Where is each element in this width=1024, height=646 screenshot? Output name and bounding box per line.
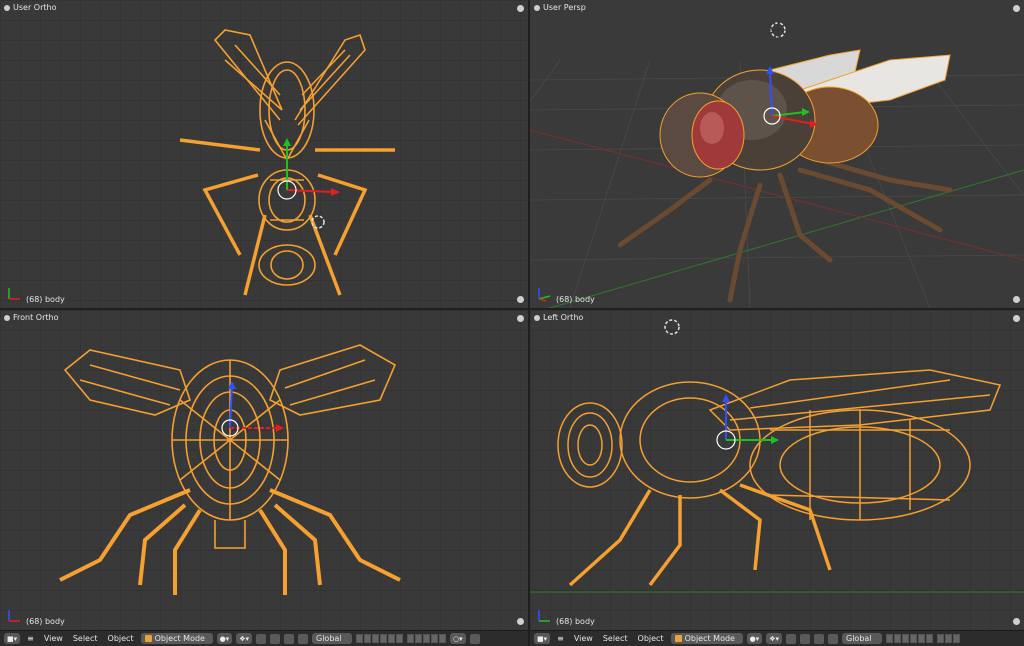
axis-indicator-icon	[8, 288, 20, 300]
split-handle-icon[interactable]	[1013, 315, 1020, 322]
split-handle-icon[interactable]	[1013, 5, 1020, 12]
viewport-header-left: ■▾ ≡ View Select Object Object Mode ●▾ ❖…	[0, 630, 528, 646]
translate-icon[interactable]	[800, 633, 810, 644]
menu-view[interactable]: View	[571, 634, 596, 643]
split-handle-icon[interactable]	[517, 296, 524, 303]
viewport-title: Left Ortho	[534, 313, 583, 322]
rotate-icon[interactable]	[284, 633, 294, 644]
layers-grid[interactable]	[886, 634, 933, 643]
proportional-edit-button[interactable]: ○▾	[450, 633, 466, 644]
split-handle-icon[interactable]	[517, 315, 524, 322]
object-mode-icon	[674, 635, 682, 642]
layers-grid-2[interactable]	[937, 634, 960, 643]
axis-indicator-icon	[538, 610, 550, 622]
split-handle-icon[interactable]	[1013, 296, 1020, 303]
viewport-menu-icon[interactable]	[4, 314, 10, 321]
menu-select[interactable]: Select	[70, 634, 101, 643]
layers-grid-2[interactable]	[407, 634, 446, 643]
orientation-dropdown[interactable]: Global	[842, 633, 882, 644]
menu-collapse-icon[interactable]: ≡	[554, 634, 567, 643]
menu-view[interactable]: View	[41, 634, 66, 643]
viewport-menu-icon[interactable]	[4, 4, 10, 11]
viewport-title: User Ortho	[4, 3, 56, 12]
object-info-label: (68) body	[26, 295, 65, 304]
viewport-title-label: User Persp	[543, 3, 586, 12]
object-info-label: (68) body	[26, 617, 65, 626]
mode-label: Object Mode	[684, 634, 735, 643]
menu-select[interactable]: Select	[600, 634, 631, 643]
editor-type-button[interactable]: ■▾	[4, 633, 21, 644]
viewport-title-label: User Ortho	[13, 3, 57, 12]
fly-front-wireframe	[59, 344, 401, 595]
axis-indicator-icon	[8, 610, 20, 622]
viewport-title-label: Front Ortho	[13, 313, 59, 322]
menu-object[interactable]: Object	[635, 634, 667, 643]
snap-icon[interactable]	[469, 633, 480, 644]
pivot-button[interactable]: ❖▾	[236, 633, 252, 644]
object-mode-icon	[144, 635, 152, 642]
viewport-header-right: ■▾ ≡ View Select Object Object Mode ●▾ ❖…	[530, 630, 1024, 646]
translate-icon[interactable]	[270, 633, 280, 644]
viewport-title: Front Ortho	[4, 313, 58, 322]
viewport-front-ortho[interactable]: Front Ortho (68) body	[0, 310, 528, 630]
viewport-menu-icon[interactable]	[534, 4, 540, 11]
object-info-label: (68) body	[556, 617, 595, 626]
split-handle-icon[interactable]	[517, 618, 524, 625]
viewport-user-persp[interactable]: User Persp (68) body	[530, 0, 1024, 308]
axis-indicator-icon	[538, 288, 551, 302]
manipulator-icon[interactable]	[256, 633, 266, 644]
viewport-title-label: Left Ortho	[543, 313, 584, 322]
fly-side-wireframe	[530, 319, 1024, 593]
scale-icon[interactable]	[828, 633, 838, 644]
pivot-button[interactable]: ❖▾	[766, 633, 782, 644]
viewport-left-ortho[interactable]: Left Ortho (68) body	[530, 310, 1024, 630]
menu-collapse-icon[interactable]: ≡	[24, 634, 37, 643]
viewport-menu-icon[interactable]	[534, 314, 540, 321]
viewport-title: User Persp	[534, 3, 586, 12]
fly-perspective-render	[530, 20, 1024, 308]
mode-dropdown[interactable]: Object Mode	[140, 633, 213, 644]
menu-object[interactable]: Object	[105, 634, 137, 643]
object-info-label: (68) body	[556, 295, 595, 304]
split-handle-icon[interactable]	[1013, 618, 1020, 625]
viewport-user-ortho[interactable]: User Ortho (68) body	[0, 0, 528, 308]
manipulator-icon[interactable]	[786, 633, 796, 644]
editor-type-button[interactable]: ■▾	[534, 633, 551, 644]
layers-grid[interactable]	[356, 634, 403, 643]
split-handle-icon[interactable]	[517, 5, 524, 12]
mode-label: Object Mode	[154, 634, 205, 643]
shading-button[interactable]: ●▾	[216, 633, 233, 644]
mode-dropdown[interactable]: Object Mode	[670, 633, 743, 644]
shading-button[interactable]: ●▾	[746, 633, 763, 644]
fly-top-wireframe	[179, 29, 395, 296]
rotate-icon[interactable]	[814, 633, 824, 644]
scale-icon[interactable]	[298, 633, 308, 644]
orientation-dropdown[interactable]: Global	[312, 633, 352, 644]
